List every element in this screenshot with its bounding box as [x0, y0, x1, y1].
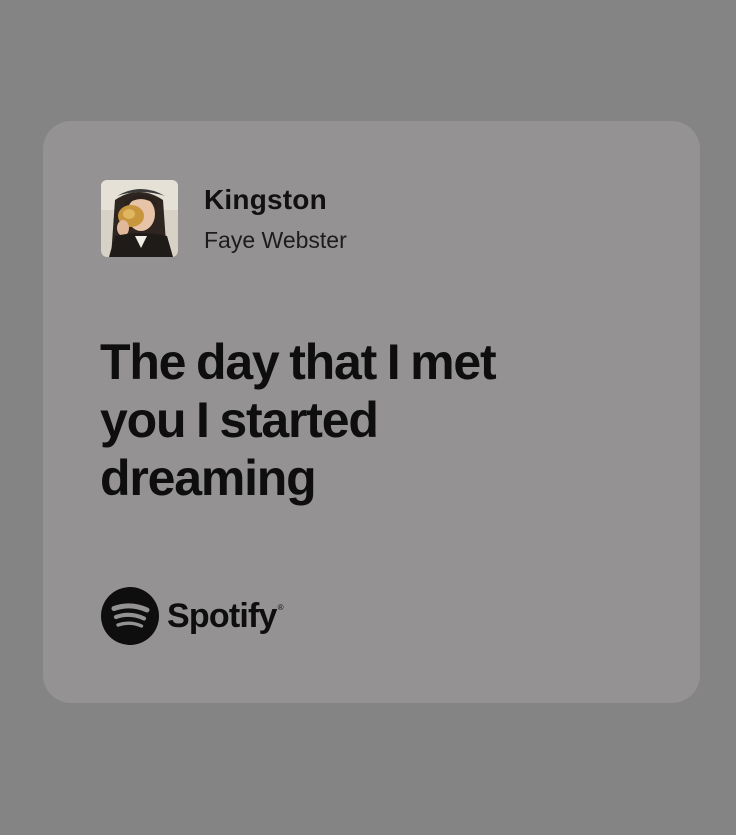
spotify-logo-icon: [101, 587, 159, 645]
track-artist: Faye Webster: [204, 227, 347, 253]
spotify-wordmark: Spotify®: [167, 596, 284, 636]
lyrics-text: The day that I met you I started dreamin…: [100, 334, 497, 506]
spotify-brand: Spotify®: [101, 587, 284, 645]
trademark-symbol: ®: [277, 602, 284, 612]
brand-name: Spotify: [167, 596, 277, 635]
lyrics-share-card: Kingston Faye Webster The day that I met…: [43, 121, 700, 703]
track-title: Kingston: [204, 184, 327, 215]
album-art: [101, 180, 178, 257]
